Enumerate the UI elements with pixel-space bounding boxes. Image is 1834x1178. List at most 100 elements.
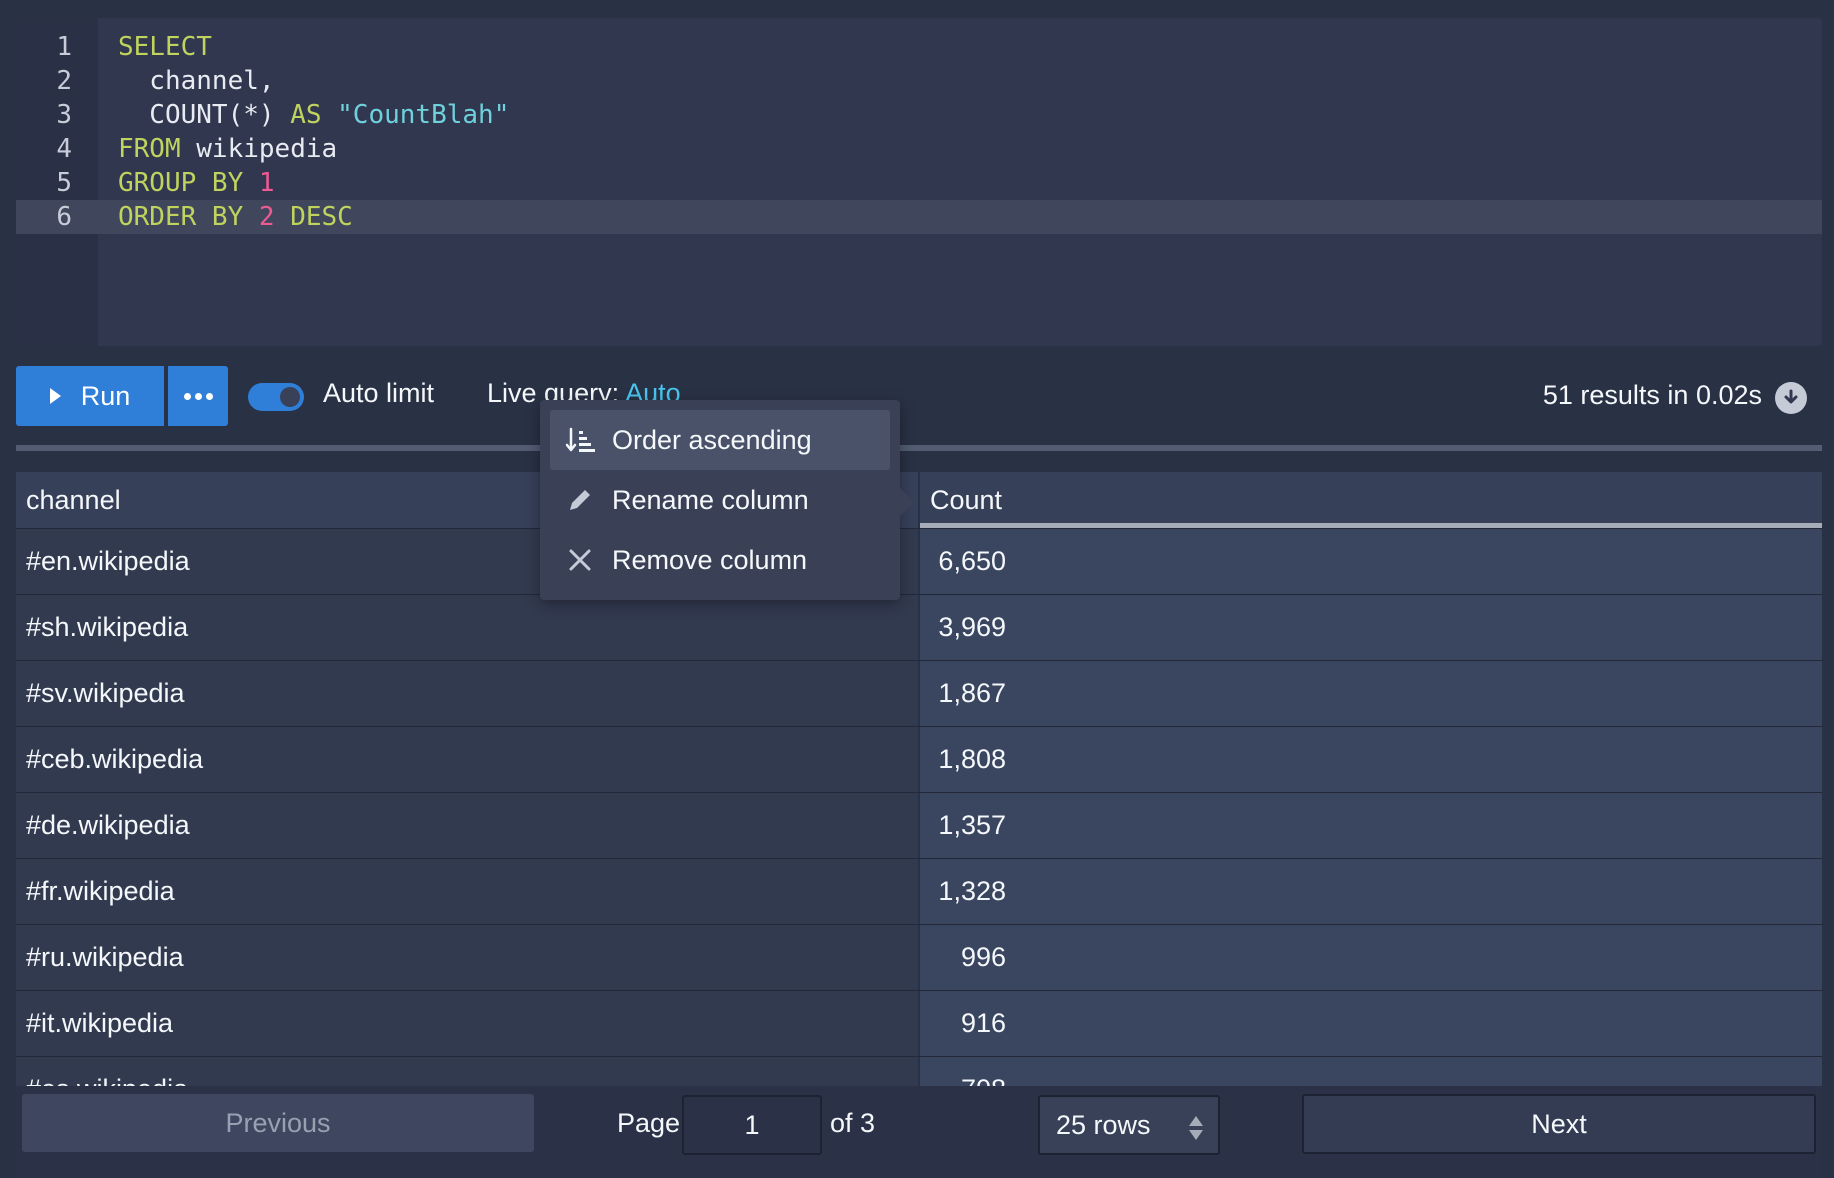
rows-per-page-value: 25 rows (1056, 1110, 1151, 1140)
ellipsis-icon-dot (205, 392, 213, 400)
code-token: SELECT (118, 32, 212, 62)
run-label: Run (80, 380, 131, 411)
table-row: #sv.wikipedia 1,867 (16, 660, 1822, 727)
code-line[interactable]: 2 channel, (16, 64, 1822, 98)
cell-count: 996 (920, 925, 1822, 990)
next-page-button[interactable]: Next (1302, 1094, 1816, 1154)
cell-count-value: 996 (960, 942, 1006, 972)
cell-count-value: 1,328 (938, 876, 1006, 906)
cell-count-value: 1,808 (938, 744, 1006, 774)
code-token: 2 (258, 202, 275, 232)
page-number-input[interactable] (682, 1095, 822, 1155)
cell-count-value: 916 (960, 1008, 1006, 1038)
pencil-icon (562, 482, 598, 518)
more-options-button[interactable] (168, 366, 228, 426)
code-token: "CountBlah" (337, 100, 510, 130)
table-row: #en.wikipedia 6,650 (16, 528, 1822, 595)
results-divider[interactable] (16, 445, 1822, 451)
table-row: #ceb.wikipedia 1,808 (16, 726, 1822, 793)
code-text: FROM wikipedia (118, 132, 337, 166)
cell-channel: #de.wikipedia (16, 793, 918, 858)
cell-count: 6,650 (920, 529, 1822, 594)
pagination-bar: Previous Page of 3 25 rows Next (16, 1086, 1822, 1178)
table-row: #es.wikipedia 708 (16, 1056, 1822, 1086)
code-token: COUNT(*) (118, 100, 291, 130)
code-line[interactable]: 1 SELECT (16, 30, 1822, 64)
table-row: #ru.wikipedia 996 (16, 924, 1822, 991)
table-row: #sh.wikipedia 3,969 (16, 594, 1822, 661)
line-number: 4 (56, 134, 72, 164)
close-icon (562, 542, 598, 578)
download-icon[interactable] (1775, 382, 1807, 414)
menu-item-label: Rename column (612, 484, 809, 515)
code-token: 1 (258, 168, 275, 198)
code-token: FROM (118, 134, 181, 164)
auto-limit-label: Auto limit (323, 378, 435, 408)
cell-channel: #fr.wikipedia (16, 859, 918, 924)
menu-pointer (900, 488, 914, 516)
code-line[interactable]: 4 FROM wikipedia (16, 132, 1822, 166)
cell-count-value: 708 (930, 1057, 1006, 1086)
code-line[interactable]: 6 ORDER BY 2 DESC (16, 200, 1822, 234)
line-number: 6 (56, 202, 72, 232)
cell-count-value: 6,650 (938, 546, 1006, 576)
page-count-label: of 3 (830, 1108, 876, 1138)
cell-count: 1,357 (920, 793, 1822, 858)
cell-count-value: 3,969 (938, 612, 1006, 642)
cell-channel: #sv.wikipedia (16, 661, 918, 726)
play-icon (49, 388, 61, 404)
code-line[interactable]: 5 GROUP BY 1 (16, 166, 1822, 200)
results-summary: 51 results in 0.02s (1542, 380, 1762, 410)
ellipsis-icon-dot (194, 392, 202, 400)
line-number: 1 (56, 32, 72, 62)
auto-limit-toggle[interactable] (248, 383, 304, 411)
cell-count: 708 (920, 1057, 1822, 1086)
table-row: #de.wikipedia 1,357 (16, 792, 1822, 859)
table-row: #it.wikipedia 916 (16, 990, 1822, 1057)
menu-item-rename-column[interactable]: Rename column (550, 470, 890, 530)
run-button[interactable]: Run (16, 366, 164, 426)
menu-item-label: Remove column (612, 544, 808, 575)
cell-channel: #ru.wikipedia (16, 925, 918, 990)
code-text: ORDER BY 2 DESC (118, 200, 353, 234)
cell-count-value: 1,867 (938, 678, 1006, 708)
page-label: Page (617, 1108, 681, 1138)
column-header-count[interactable]: Count (920, 472, 1822, 528)
previous-page-button[interactable]: Previous (22, 1094, 534, 1152)
menu-item-order-ascending[interactable]: Order ascending (550, 410, 890, 470)
cell-channel: #sh.wikipedia (16, 595, 918, 660)
code-token: wikipedia (180, 134, 338, 164)
results-table: channel Count #en.wikipedia 6,650 #sh.wiki… (16, 472, 1822, 1086)
line-number: 3 (56, 100, 72, 130)
cell-channel: #ceb.wikipedia (16, 727, 918, 792)
cell-count: 1,808 (920, 727, 1822, 792)
cell-count: 1,328 (920, 859, 1822, 924)
table-row: #fr.wikipedia 1,328 (16, 858, 1822, 925)
code-text: GROUP BY 1 (118, 166, 275, 200)
cell-channel: #es.wikipedia (16, 1057, 918, 1086)
code-token: channel, (118, 66, 275, 96)
toggle-knob (280, 387, 300, 407)
cell-count: 1,867 (920, 661, 1822, 726)
menu-item-label: Order ascending (612, 424, 812, 455)
cell-channel: #it.wikipedia (16, 991, 918, 1056)
code-token: AS (290, 100, 322, 130)
cell-count-value: 1,357 (938, 810, 1006, 840)
code-token: DESC (290, 202, 353, 232)
line-number: 2 (56, 66, 72, 96)
line-number: 5 (56, 168, 72, 198)
select-updown-icon (1189, 1116, 1203, 1140)
ellipsis-icon (183, 392, 191, 400)
rows-per-page-select[interactable]: 25 rows (1038, 1095, 1220, 1155)
column-context-menu: Order ascending Rename column Remove col… (540, 400, 900, 600)
code-line[interactable]: 3 COUNT(*) AS "CountBlah" (16, 98, 1822, 132)
code-text: channel, (118, 64, 275, 98)
menu-item-remove-column[interactable]: Remove column (550, 530, 890, 590)
code-token: ORDER BY (118, 202, 244, 232)
code-text: SELECT (118, 30, 212, 64)
code-token: GROUP BY (118, 168, 244, 198)
sql-editor[interactable]: 1 SELECT 2 channel, 3 COUNT(*) AS "CountBla… (16, 18, 1822, 346)
